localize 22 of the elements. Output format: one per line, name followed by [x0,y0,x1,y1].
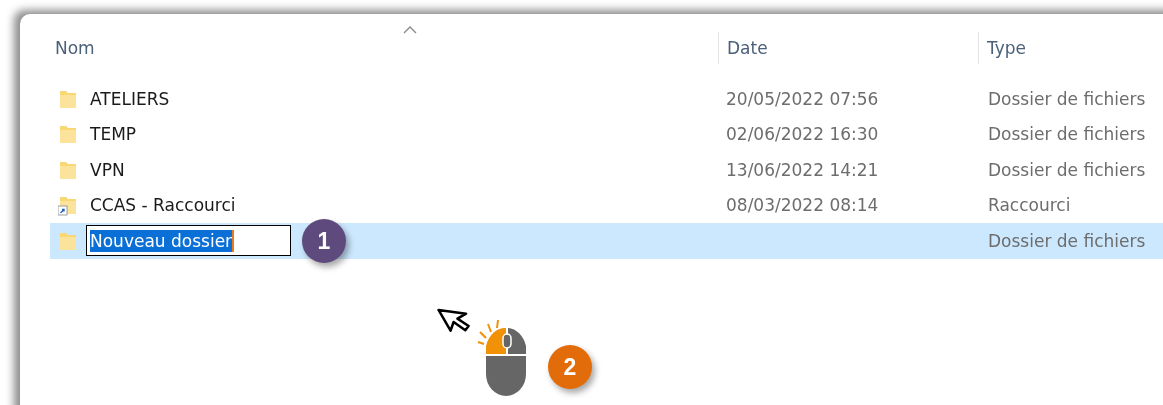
column-header[interactable]: Type [978,32,1163,64]
file-row[interactable]: TEMP 02/06/2022 16:30 Dossier de fichiers [50,116,1163,152]
type-text: Dossier de fichiers [988,159,1146,180]
type-text: Dossier de fichiers [988,88,1146,109]
column-header[interactable]: Date [718,32,978,64]
file-name: CCAS - Raccourci [90,195,236,216]
date-text: 02/06/2022 16:30 [726,124,879,145]
type-text: Raccourci [988,195,1071,216]
shortcut-folder-icon [58,194,78,217]
type-text: Dossier de fichiers [988,124,1146,145]
date-text: 20/05/2022 07:56 [726,88,879,109]
file-name: TEMP [90,124,137,145]
type-text: Dossier de fichiers [988,230,1146,251]
file-name: VPN [90,159,125,180]
column-header[interactable]: Nom [50,32,718,64]
file-row[interactable]: ATELIERS 20/05/2022 07:56 Dossier de fichiers [50,81,1163,117]
folder-icon [58,123,78,146]
file-name: ATELIERS [90,88,170,109]
rename-field[interactable]: Nouveau dossier [86,225,291,257]
date-text: 08/03/2022 08:14 [726,195,879,216]
file-row[interactable]: VPN 13/06/2022 14:21 Dossier de fichiers [50,152,1163,188]
date-text: 13/06/2022 14:21 [726,159,879,180]
